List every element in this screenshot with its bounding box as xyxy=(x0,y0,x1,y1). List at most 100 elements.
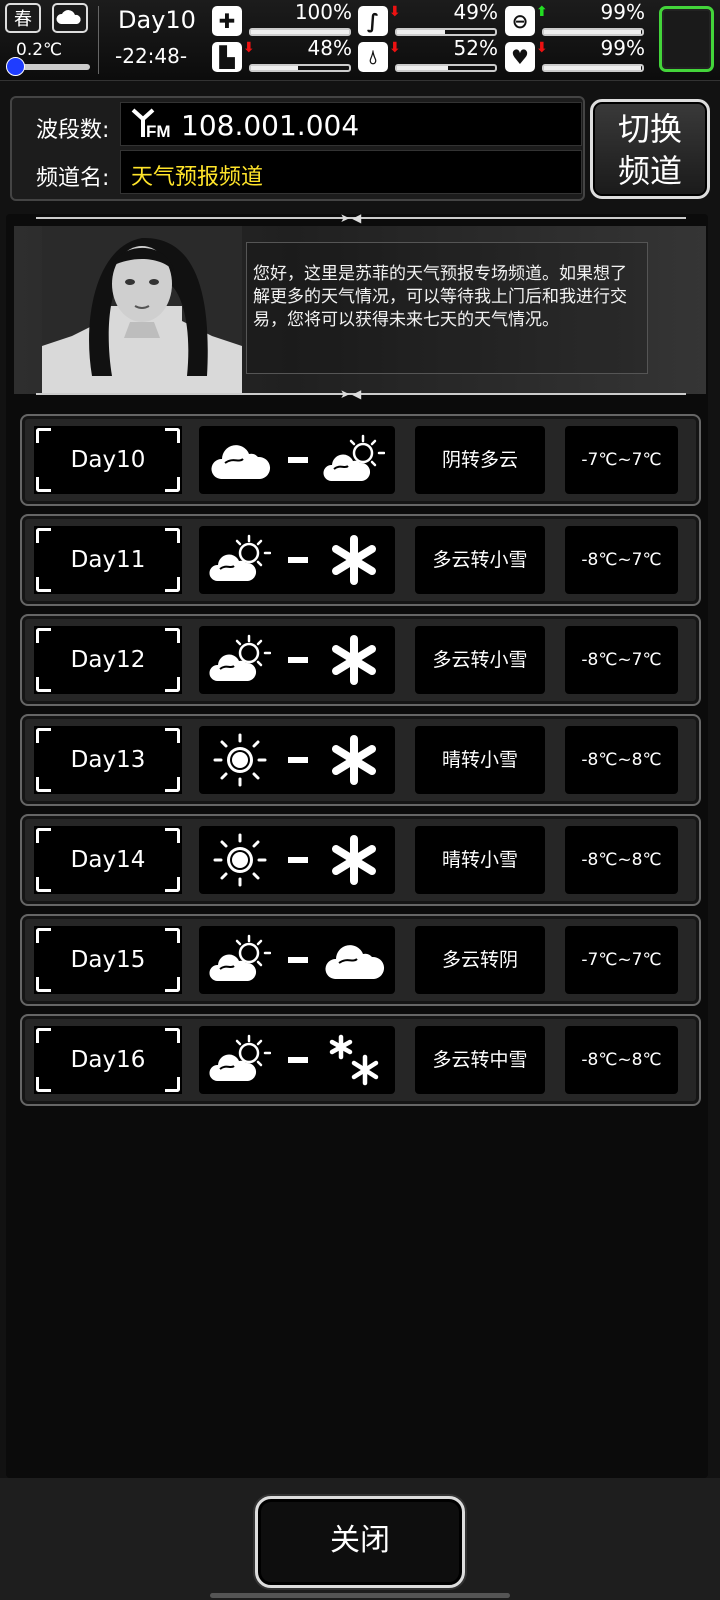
fm-antenna-icon: FM xyxy=(131,107,177,145)
dash-icon xyxy=(288,757,308,763)
forecast-temperature: -7℃~7℃ xyxy=(565,926,678,994)
home-indicator[interactable] xyxy=(210,1593,510,1598)
forecast-day: Day13 xyxy=(70,747,146,773)
sun-icon xyxy=(209,733,271,787)
snow-icon xyxy=(323,733,385,787)
forecast-icons-cell xyxy=(199,626,395,694)
thirst-bar xyxy=(395,64,497,72)
dash-icon xyxy=(288,957,308,963)
forecast-temperature: -8℃~8℃ xyxy=(565,1026,678,1094)
hud-divider xyxy=(98,6,99,74)
thirst-stat: 💧︎ ⬇ 52% xyxy=(358,36,500,74)
frequency-field: FM 108.001.004 xyxy=(120,102,582,146)
clock: -22:48- xyxy=(115,44,188,68)
forecast-temperature: -8℃~8℃ xyxy=(565,726,678,794)
forecast-day: Day15 xyxy=(70,947,146,973)
forecast-day: Day11 xyxy=(70,547,146,573)
sanity-stat: ⊖ ⬆ 99% xyxy=(505,0,647,38)
cloud-icon xyxy=(209,433,271,487)
forecast-description: 晴转小雪 xyxy=(415,826,545,894)
switch-channel-button[interactable]: 切换 频道 xyxy=(590,99,710,199)
host-portrait xyxy=(42,226,242,394)
temperature-gauge-knob xyxy=(6,57,25,76)
forecast-day-cell: Day12 xyxy=(34,626,182,694)
forecast-temperature: -8℃~7℃ xyxy=(565,626,678,694)
switch-channel-label-line1: 切换 xyxy=(617,110,682,148)
forecast-day-cell: Day15 xyxy=(34,926,182,994)
partly-cloudy-icon xyxy=(209,633,272,687)
forecast-day: Day10 xyxy=(70,447,146,473)
trend-down-icon: ⬇ xyxy=(389,40,401,56)
forecast-description: 多云转小雪 xyxy=(415,526,545,594)
forecast-row: Day11 多云转小雪 -8℃~7℃ xyxy=(20,514,701,606)
host-message: 您好，这里是苏菲的天气预报专场频道。如果想了解更多的天气情况，可以等待我上门后和… xyxy=(253,264,627,330)
heart-stat: ♥ ⬇ 99% xyxy=(505,36,647,74)
partly-cloudy-icon xyxy=(323,433,386,487)
dash-icon xyxy=(288,557,308,563)
forecast-day: Day16 xyxy=(70,1047,146,1073)
forecast-day-cell: Day10 xyxy=(34,426,182,494)
switch-channel-label-line2: 频道 xyxy=(617,152,682,190)
stamina-bar xyxy=(249,64,351,72)
snow-icon xyxy=(323,533,385,587)
hunger-stat: ∫ ⬇ 49% xyxy=(358,0,500,38)
health-stat: ✚ 100% xyxy=(212,0,354,38)
forecast-icons-cell xyxy=(199,1026,395,1094)
svg-text:FM: FM xyxy=(146,122,171,139)
forecast-row: Day10 阴转多云 -7℃~7℃ xyxy=(20,414,701,506)
forecast-icons-cell xyxy=(199,726,395,794)
heart-icon: ♥ xyxy=(505,42,535,72)
forecast-day-cell: Day16 xyxy=(34,1026,182,1094)
forecast-temperature: -8℃~8℃ xyxy=(565,826,678,894)
hunger-value: 49% xyxy=(453,0,498,24)
forecast-row: Day13 晴转小雪 -8℃~8℃ xyxy=(20,714,701,806)
trend-down-icon: ⬇ xyxy=(389,4,401,20)
host-message-box: 您好，这里是苏菲的天气预报专场频道。如果想了解更多的天气情况，可以等待我上门后和… xyxy=(246,242,648,374)
trend-down-icon: ⬇ xyxy=(536,40,548,56)
forecast-row: Day16 多云转中雪 -8℃~8℃ xyxy=(20,1014,701,1106)
snow-icon xyxy=(323,633,385,687)
forecast-temperature: -7℃~7℃ xyxy=(565,426,678,494)
medkit-icon: ✚ xyxy=(212,6,242,36)
forecast-row: Day15 多云转阴 -7℃~7℃ xyxy=(20,914,701,1006)
divider-arrows-icon: ➤◀ xyxy=(340,211,364,225)
quick-slot-button[interactable] xyxy=(659,6,714,72)
cloud-icon xyxy=(323,933,385,987)
divider-arrows-icon: ➤◀ xyxy=(340,387,364,401)
sanity-value: 99% xyxy=(600,0,645,24)
close-button[interactable]: 关闭 xyxy=(255,1496,465,1588)
dash-icon xyxy=(288,1057,308,1063)
season-badge: 春 xyxy=(5,3,41,33)
channel-info-panel: 波段数: FM 108.001.004 频道名: 天气预报频道 xyxy=(10,96,585,201)
health-value: 100% xyxy=(294,0,352,24)
day-counter: Day10 xyxy=(118,6,196,34)
forecast-day-cell: Day14 xyxy=(34,826,182,894)
channel-name-label: 频道名: xyxy=(36,166,110,191)
forecast-icons-cell xyxy=(199,526,395,594)
forecast-description: 多云转阴 xyxy=(415,926,545,994)
forecast-row: Day14 晴转小雪 -8℃~8℃ xyxy=(20,814,701,906)
pill-icon: ⊖ xyxy=(505,6,535,36)
forecast-day: Day12 xyxy=(70,647,146,673)
forecast-day-cell: Day13 xyxy=(34,726,182,794)
dash-icon xyxy=(288,657,308,663)
channel-name-value: 天气预报频道 xyxy=(131,165,264,190)
heart-value: 99% xyxy=(600,36,645,60)
stamina-value: 48% xyxy=(307,36,352,60)
trend-down-icon: ⬇ xyxy=(243,40,255,56)
forecast-day: Day14 xyxy=(70,847,146,873)
boot-icon: ▙ xyxy=(212,42,242,72)
thirst-value: 52% xyxy=(453,36,498,60)
forecast-temperature: -8℃~7℃ xyxy=(565,526,678,594)
partly-cloudy-icon xyxy=(209,933,272,987)
stamina-stat: ▙ ⬇ 48% xyxy=(212,36,354,74)
forecast-icons-cell xyxy=(199,426,395,494)
forecast-description: 多云转中雪 xyxy=(415,1026,545,1094)
forecast-description: 晴转小雪 xyxy=(415,726,545,794)
forecast-description: 多云转小雪 xyxy=(415,626,545,694)
sanity-bar xyxy=(542,28,644,36)
dash-icon xyxy=(288,857,308,863)
temperature-readout: 0.2℃ xyxy=(16,40,63,60)
health-bar xyxy=(249,28,351,36)
frequency-label: 波段数: xyxy=(36,118,110,143)
